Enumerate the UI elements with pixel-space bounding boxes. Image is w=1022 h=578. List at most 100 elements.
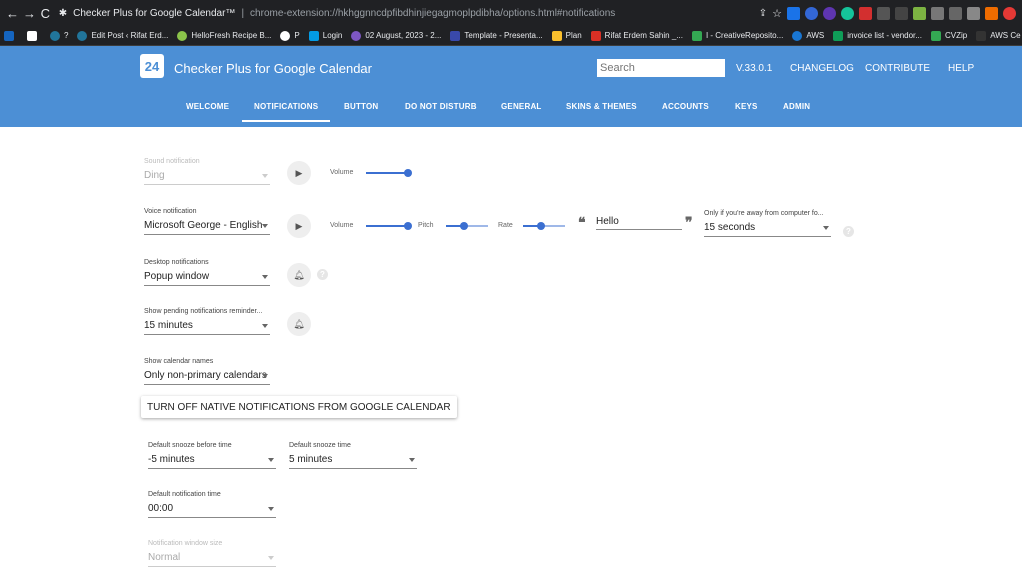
z-extension-icon[interactable]	[805, 6, 818, 20]
pending-reminder-label: Show pending notifications reminder...	[144, 308, 263, 315]
version-label: V.33.0.1	[736, 63, 773, 74]
tab-welcome[interactable]: WELCOME	[186, 102, 229, 111]
wordpress-icon	[77, 30, 88, 41]
tab-do-not-disturb[interactable]: DO NOT DISTURB	[405, 102, 477, 111]
desktop-notifications-select[interactable]: Popup window	[144, 270, 270, 286]
bookmark-item[interactable]: AWS	[792, 30, 824, 41]
extension-icon-12[interactable]	[985, 6, 998, 20]
window-size-select[interactable]: Normal	[148, 551, 276, 567]
bookmark-item[interactable]: AWS Ce	[976, 30, 1021, 41]
sound-notification-select[interactable]: Ding	[144, 169, 270, 185]
play-sound-button[interactable]: ▶	[287, 161, 311, 185]
extension-icon-5[interactable]	[859, 6, 872, 20]
login-icon	[308, 30, 319, 41]
tab-button[interactable]: BUTTON	[344, 102, 378, 111]
search-input[interactable]	[597, 59, 725, 77]
extension-icon-9[interactable]	[931, 6, 944, 20]
app-title: Checker Plus for Google Calendar	[174, 61, 372, 76]
extension-icon-11[interactable]	[967, 6, 980, 20]
voice-notification-select[interactable]: Microsoft George - English	[144, 219, 270, 235]
slider-knob[interactable]	[459, 222, 468, 230]
bookmark-item[interactable]: P	[280, 30, 300, 41]
forward-icon[interactable]: →	[23, 4, 36, 22]
notification-time-select[interactable]: 00:00	[148, 502, 276, 518]
bookmark-item[interactable]: HelloFresh Recipe B...	[177, 30, 271, 41]
template-icon	[450, 30, 461, 41]
chevron-down-icon	[823, 226, 829, 230]
changelog-link[interactable]: CHANGELOG	[790, 63, 854, 74]
tab-keys[interactable]: KEYS	[735, 102, 758, 111]
tab-title: Checker Plus for Google Calendar™	[73, 7, 236, 19]
wordpress-icon	[50, 30, 60, 41]
star-icon[interactable]: ☆	[772, 7, 782, 20]
github-icon	[280, 30, 291, 41]
tab-accounts[interactable]: ACCOUNTS	[662, 102, 709, 111]
grammarly-icon[interactable]	[841, 6, 854, 20]
pending-reminder-select[interactable]: 15 minutes	[144, 319, 270, 335]
pending-bell-button[interactable]: 🔔︎	[287, 312, 311, 336]
tab-notifications[interactable]: NOTIFICATIONS	[254, 102, 318, 111]
open-quote-icon: ❝	[578, 215, 586, 231]
extension-icon-8[interactable]	[913, 6, 926, 20]
extension-icon-13[interactable]	[1003, 6, 1016, 20]
active-tab-indicator	[242, 120, 330, 122]
bookmark-item[interactable]: Edit Post ‹ Rifat Erd...	[77, 30, 168, 41]
away-label: Only if you're away from computer fo...	[704, 210, 824, 217]
voice-text-input[interactable]: Hello	[596, 216, 682, 230]
back-icon[interactable]: ←	[6, 4, 19, 22]
window-size-label: Notification window size	[148, 540, 223, 547]
reload-icon[interactable]: C	[40, 4, 51, 22]
address-bar[interactable]: ✱ Checker Plus for Google Calendar™ | ch…	[58, 3, 759, 23]
sound-volume-slider[interactable]	[366, 169, 412, 177]
calendar-names-select[interactable]: Only non-primary calendars	[144, 369, 270, 385]
slider-knob[interactable]	[404, 169, 412, 177]
turn-off-native-notifications-button[interactable]: TURN OFF NATIVE NOTIFICATIONS FROM GOOGL…	[141, 396, 457, 418]
hellofresh-icon	[177, 30, 188, 41]
snooze-time-label: Default snooze time	[289, 442, 351, 449]
help-link[interactable]: HELP	[948, 63, 974, 74]
rate-slider[interactable]	[523, 222, 565, 230]
bookmark-item[interactable]: CVZip	[930, 30, 967, 41]
bookmark-item[interactable]	[27, 30, 41, 41]
sheets-icon	[833, 30, 844, 41]
extension-icon-10[interactable]	[949, 6, 962, 20]
extension-icon-6[interactable]	[877, 6, 890, 20]
help-icon[interactable]: ?	[317, 269, 328, 280]
bookmark-item[interactable]: Rifat Erdem Sahin _...	[590, 30, 683, 41]
drive-icon	[930, 30, 941, 41]
play-voice-button[interactable]: ▶	[287, 214, 311, 238]
bell-icon: 🔔︎	[293, 318, 305, 329]
contribute-link[interactable]: CONTRIBUTE	[865, 63, 930, 74]
notification-time-label: Default notification time	[148, 491, 221, 498]
chevron-down-icon	[268, 507, 274, 511]
bell-icon: 🔔︎	[293, 269, 305, 280]
bookmark-item[interactable]	[4, 30, 18, 41]
calendar-logo-icon: 24	[140, 54, 164, 78]
bookmark-item[interactable]: Plan	[551, 30, 582, 41]
tab-general[interactable]: GENERAL	[501, 102, 542, 111]
pitch-slider[interactable]	[446, 222, 488, 230]
bookmark-item[interactable]: invoice list - vendor...	[833, 30, 922, 41]
slider-knob[interactable]	[404, 222, 412, 230]
away-time-select[interactable]: 15 seconds	[704, 221, 831, 237]
bookmark-item[interactable]: Login	[308, 30, 342, 41]
bookmark-item[interactable]: ?	[50, 30, 68, 41]
checker-plus-extension-icon[interactable]	[787, 6, 800, 20]
aws-icon	[792, 30, 803, 41]
close-quote-icon: ❞	[685, 215, 693, 231]
test-notification-button[interactable]: 🔔︎	[287, 263, 311, 287]
tab-admin[interactable]: ADMIN	[783, 102, 810, 111]
bookmark-item[interactable]: I - CreativeReposito...	[691, 30, 783, 41]
tab-skins-themes[interactable]: SKINS & THEMES	[566, 102, 637, 111]
bookmark-item[interactable]: Template - Presenta...	[450, 30, 543, 41]
voice-volume-slider[interactable]	[366, 222, 412, 230]
omnibox-separator: |	[241, 7, 245, 19]
share-icon[interactable]: ⇪	[759, 8, 767, 19]
help-icon[interactable]: ?	[843, 226, 854, 237]
slider-knob[interactable]	[536, 222, 545, 230]
snooze-before-select[interactable]: -5 minutes	[148, 453, 276, 469]
bookmark-item[interactable]: 02 August, 2023 - 2...	[351, 30, 441, 41]
snooze-time-select[interactable]: 5 minutes	[289, 453, 417, 469]
extension-icon-3[interactable]	[823, 6, 836, 20]
extension-icon-7[interactable]	[895, 6, 908, 20]
